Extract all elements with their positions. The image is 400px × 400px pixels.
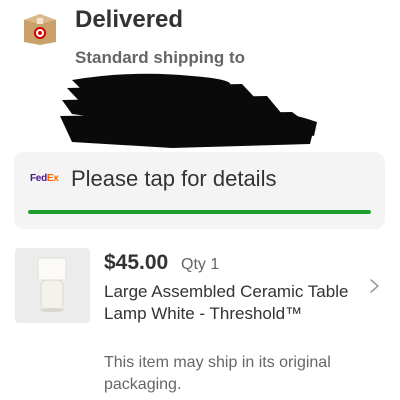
delivery-progress-bar — [28, 210, 371, 214]
package-target-icon — [22, 12, 58, 46]
chevron-right-icon[interactable] — [368, 278, 382, 294]
fedex-logo-ex: Ex — [46, 173, 59, 184]
packaging-note: This item may ship in its original packa… — [104, 354, 331, 393]
fedex-logo-fed: Fed — [30, 173, 47, 184]
item-price: $45.00 — [104, 251, 169, 274]
item-quantity: Qty 1 — [181, 256, 220, 273]
carrier-tracking-card[interactable]: FedEx Please tap for details — [14, 152, 385, 229]
product-name[interactable]: Large Assembled Ceramic Table Lamp White… — [104, 281, 354, 325]
shipping-method-label: Standard shipping to — [75, 48, 245, 67]
product-thumbnail[interactable] — [15, 248, 90, 323]
redacted-address — [52, 70, 322, 152]
delivery-status-title: Delivered — [75, 6, 184, 33]
fedex-logo: FedEx — [30, 173, 59, 184]
tap-for-details-label: Please tap for details — [71, 166, 277, 191]
delivery-progress-fill — [28, 210, 371, 214]
